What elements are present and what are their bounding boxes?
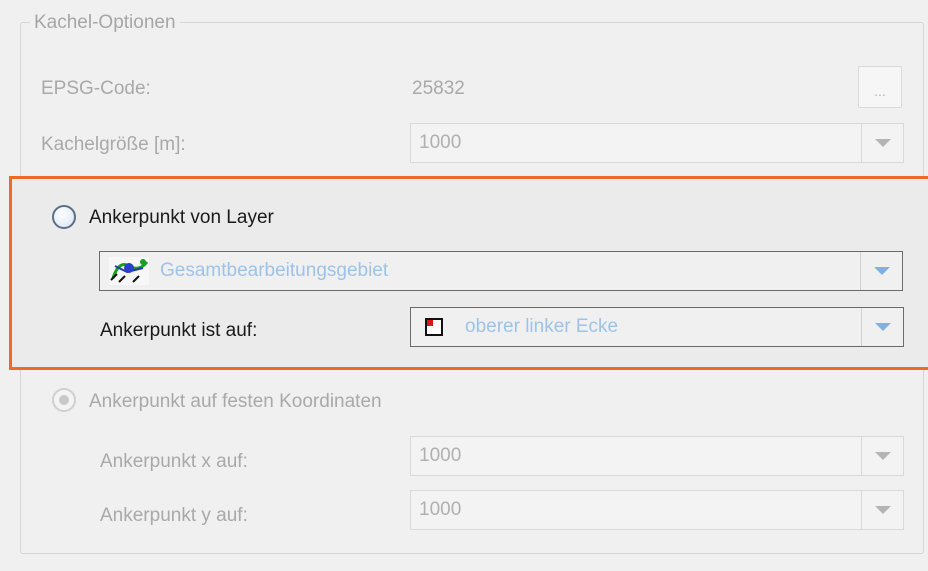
- chevron-down-icon[interactable]: [861, 491, 903, 529]
- anchor-position-value: oberer linker Ecke: [465, 316, 619, 337]
- tile-size-value: 1000: [419, 132, 462, 153]
- group-title: Kachel-Optionen: [30, 12, 180, 34]
- anchor-layer-radio[interactable]: [52, 205, 76, 229]
- epsg-browse-button[interactable]: ...: [858, 66, 902, 108]
- chevron-down-icon[interactable]: [861, 437, 903, 475]
- anchor-fixed-radio[interactable]: [52, 388, 76, 412]
- anchor-x-label: Ankerpunkt x auf:: [100, 451, 248, 472]
- anchor-y-label: Ankerpunkt y auf:: [100, 505, 248, 526]
- epsg-value: 25832: [412, 78, 465, 99]
- anchor-x-value: 1000: [419, 445, 462, 466]
- anchor-fixed-radio-label[interactable]: Ankerpunkt auf festen Koordinaten: [89, 391, 382, 413]
- tile-options-panel: Kachel-Optionen EPSG-Code: 25832 ... Kac…: [0, 0, 928, 571]
- layer-icon: [109, 257, 149, 285]
- anchor-layer-radio-label[interactable]: Ankerpunkt von Layer: [89, 207, 274, 229]
- chevron-down-icon[interactable]: [860, 252, 902, 290]
- anchor-position-label: Ankerpunkt ist auf:: [100, 320, 258, 341]
- tile-size-label: Kachelgröße [m]:: [41, 134, 186, 155]
- tile-size-dropdown[interactable]: 1000: [410, 123, 904, 163]
- top-left-corner-icon: [425, 318, 443, 336]
- layer-value: Gesamtbearbeitungsgebiet: [160, 260, 389, 281]
- anchor-position-dropdown[interactable]: oberer linker Ecke: [410, 307, 904, 347]
- chevron-down-icon[interactable]: [861, 308, 903, 346]
- chevron-down-icon[interactable]: [861, 124, 903, 162]
- anchor-y-value: 1000: [419, 499, 462, 520]
- anchor-y-dropdown[interactable]: 1000: [410, 490, 904, 530]
- anchor-x-dropdown[interactable]: 1000: [410, 436, 904, 476]
- epsg-label: EPSG-Code:: [41, 78, 151, 99]
- layer-dropdown[interactable]: Gesamtbearbeitungsgebiet: [99, 251, 903, 291]
